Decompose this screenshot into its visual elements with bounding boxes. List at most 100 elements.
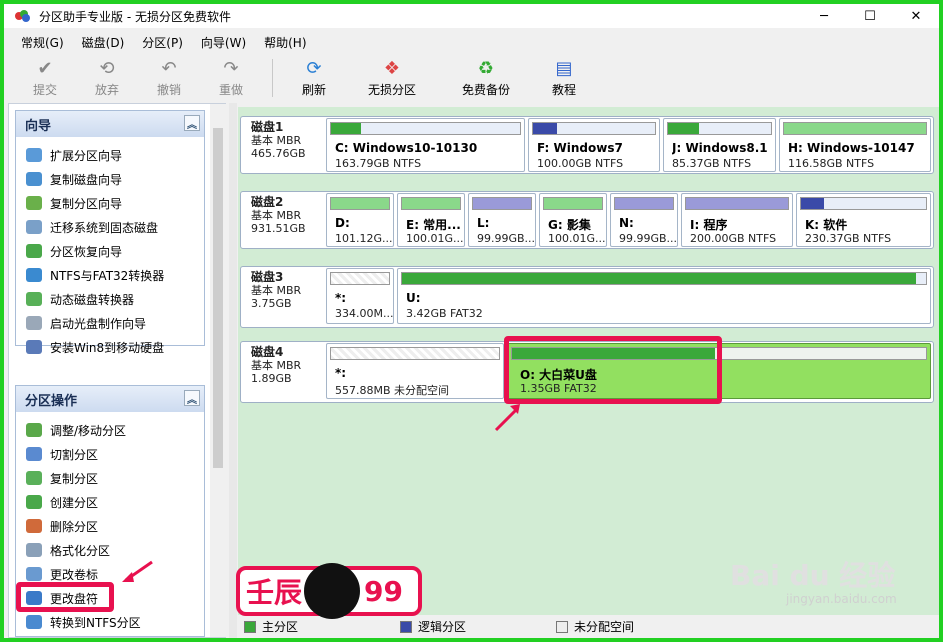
splitter[interactable]	[229, 103, 237, 638]
partition-f[interactable]: F: Windows7 100.00GB NTFS	[528, 118, 660, 172]
collapse-icon[interactable]: ︽	[184, 115, 200, 131]
copy-disk-icon	[26, 172, 42, 186]
refresh-icon: ⟳	[306, 57, 322, 79]
wizard-item[interactable]: 复制分区向导	[16, 191, 204, 215]
wizard-panel: 向导 ︽ 扩展分区向导 复制磁盘向导 复制分区向导 迁移系统到固态磁盘 分区恢复向…	[15, 110, 205, 355]
menu-general[interactable]: 常规(G)	[12, 34, 73, 51]
brand-number: 99	[364, 574, 403, 608]
wizard-item[interactable]: 迁移系统到固态磁盘	[16, 215, 204, 239]
discard-icon: ⟲	[99, 57, 115, 79]
dynamic-disk-icon	[26, 292, 42, 306]
minimize-button[interactable]: ─	[801, 4, 847, 28]
extend-icon	[26, 148, 42, 162]
menu-partition[interactable]: 分区(P)	[133, 34, 192, 51]
partop-item[interactable]: 复制分区	[16, 466, 204, 490]
redo-button[interactable]: ↷ 重做	[200, 55, 262, 98]
app-window: 分区助手专业版 - 无损分区免费软件 ─ ☐ ✕ 常规(G) 磁盘(D) 分区(…	[4, 4, 939, 638]
partition-j[interactable]: J: Windows8.1 85.37GB NTFS	[663, 118, 776, 172]
partition-i[interactable]: I: 程序 200.00GB NTFS	[681, 193, 793, 247]
window-title: 分区助手专业版 - 无损分区免费软件	[39, 9, 231, 24]
close-button[interactable]: ✕	[893, 4, 939, 28]
partop-item[interactable]: 创建分区	[16, 490, 204, 514]
wizard-item[interactable]: 安装Win8到移动硬盘	[16, 335, 204, 359]
logical-swatch	[400, 620, 412, 633]
wizard-item[interactable]: 复制磁盘向导	[16, 167, 204, 191]
disk-info: 磁盘2 基本 MBR 931.51GB	[251, 195, 306, 236]
toolbar: ✔ 提交 ⟲ 放弃 ↶ 撤销 ↷ 重做 ⟳ 刷新 ❖ 无损分区 ♻ 免费备份 ▤ 教程	[4, 55, 939, 101]
undo-button[interactable]: ↶ 撤销	[138, 55, 200, 98]
boot-cd-icon	[26, 316, 42, 330]
disk-info: 磁盘3 基本 MBR 3.75GB	[251, 270, 302, 311]
create-icon	[26, 495, 42, 509]
highlight-box	[504, 336, 722, 404]
partop-item[interactable]: 格式化分区	[16, 538, 204, 562]
discard-button[interactable]: ⟲ 放弃	[76, 55, 138, 98]
recovery-icon	[26, 244, 42, 258]
sidebar-scrollbar[interactable]	[210, 104, 226, 637]
scrollbar-thumb[interactable]	[213, 128, 223, 468]
checkmark-icon: ✔	[37, 57, 53, 79]
wizard-item[interactable]: 扩展分区向导	[16, 143, 204, 167]
title-bar: 分区助手专业版 - 无损分区免费软件 ─ ☐ ✕	[4, 4, 939, 28]
partop-item[interactable]: 切割分区	[16, 442, 204, 466]
tutorial-button[interactable]: ▤ 教程	[533, 55, 595, 98]
toolbar-separator	[272, 59, 273, 97]
collapse-icon[interactable]: ︽	[184, 390, 200, 406]
partition-h[interactable]: H: Windows-10147 116.58GB NTFS	[779, 118, 931, 172]
partition-icon: ❖	[383, 57, 401, 79]
partition-l[interactable]: L: 99.99GB...	[468, 193, 536, 247]
free-backup-button[interactable]: ♻ 免费备份	[439, 55, 533, 98]
partition-g[interactable]: G: 影集 100.01G...	[539, 193, 607, 247]
watermark-url: jingyan.baidu.com	[786, 592, 897, 606]
menu-disk[interactable]: 磁盘(D)	[73, 34, 134, 51]
brand-badge: 壬辰 99	[236, 563, 422, 619]
partop-item[interactable]: 删除分区	[16, 514, 204, 538]
win8-icon	[26, 340, 42, 354]
menu-help[interactable]: 帮助(H)	[255, 34, 315, 51]
wizard-item[interactable]: 动态磁盘转换器	[16, 287, 204, 311]
arrow-icon	[122, 560, 153, 582]
copy-icon	[26, 471, 42, 485]
menu-wizard[interactable]: 向导(W)	[192, 34, 255, 51]
partition-k[interactable]: K: 软件 230.37GB NTFS	[796, 193, 931, 247]
label-icon	[26, 567, 42, 581]
lossless-partition-button[interactable]: ❖ 无损分区	[345, 55, 439, 98]
highlight-box	[16, 582, 114, 612]
partition-ops-header[interactable]: 分区操作 ︽	[16, 386, 204, 412]
app-icon	[15, 10, 31, 22]
resize-icon	[26, 423, 42, 437]
arrow-icon	[494, 404, 520, 432]
wizard-item[interactable]: NTFS与FAT32转换器	[16, 263, 204, 287]
ssd-icon	[26, 220, 42, 234]
split-icon	[26, 447, 42, 461]
wizard-item[interactable]: 分区恢复向导	[16, 239, 204, 263]
legend-logical: 逻辑分区	[400, 618, 550, 635]
partop-item[interactable]: 转换到NTFS分区	[16, 610, 204, 634]
status-bar: 主分区 逻辑分区 未分配空间	[238, 615, 939, 638]
refresh-button[interactable]: ⟳ 刷新	[283, 55, 345, 98]
undo-icon: ↶	[161, 57, 177, 79]
menu-bar: 常规(G) 磁盘(D) 分区(P) 向导(W) 帮助(H)	[4, 32, 316, 52]
partition-u[interactable]: U: 3.42GB FAT32	[397, 268, 931, 324]
partition-d[interactable]: D: 101.12G...	[326, 193, 394, 247]
partition-e[interactable]: E: 常用... 100.01G...	[397, 193, 465, 247]
legend-unalloc: 未分配空间	[556, 618, 706, 635]
partition-unallocated[interactable]: *: 334.00M...	[326, 268, 394, 324]
baidu-watermark: Bai du 经验	[730, 559, 896, 592]
submit-button[interactable]: ✔ 提交	[14, 55, 76, 98]
dragon-logo	[304, 563, 361, 619]
partop-item[interactable]: 调整/移动分区	[16, 418, 204, 442]
brand-text: 壬辰	[246, 576, 303, 609]
unalloc-swatch	[556, 620, 568, 633]
partition-c[interactable]: C: Windows10-10130 163.79GB NTFS	[326, 118, 525, 172]
ntfs-icon	[26, 615, 42, 629]
disk-info: 磁盘4 基本 MBR 1.89GB	[251, 345, 302, 386]
partition-n[interactable]: N: 99.99GB...	[610, 193, 678, 247]
convert-icon	[26, 268, 42, 282]
maximize-button[interactable]: ☐	[847, 4, 893, 28]
wizard-item[interactable]: 启动光盘制作向导	[16, 311, 204, 335]
primary-swatch	[244, 620, 256, 633]
wizard-panel-header[interactable]: 向导 ︽	[16, 111, 204, 137]
redo-icon: ↷	[223, 57, 239, 79]
partition-unallocated[interactable]: *: 557.88MB 未分配空间	[326, 343, 504, 399]
